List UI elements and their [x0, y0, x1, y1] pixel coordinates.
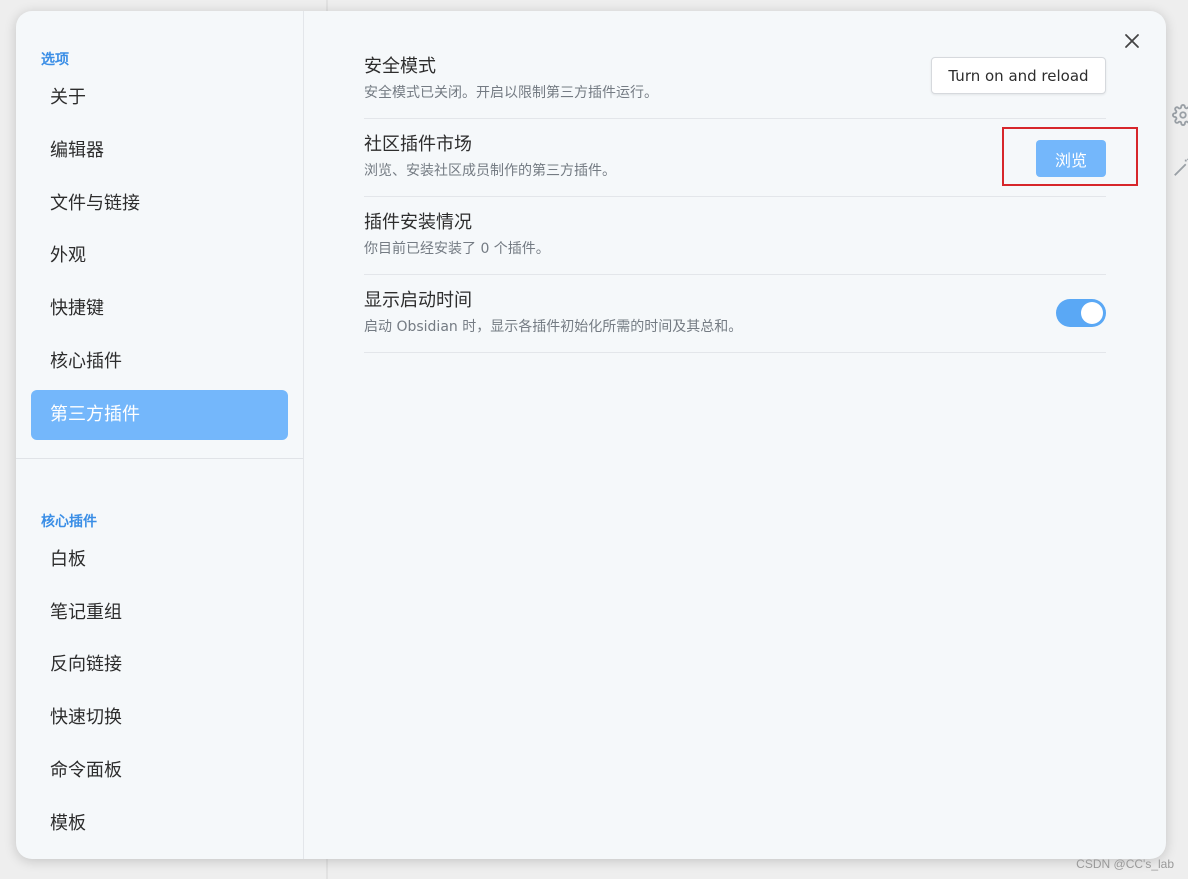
settings-list: 安全模式 安全模式已关闭。开启以限制第三方插件运行。 Turn on and r… [364, 41, 1138, 353]
wand-icon[interactable] [1172, 156, 1188, 178]
core-plugins-nav: 白板 笔记重组 反向链接 快速切换 命令面板 模板 [16, 535, 303, 849]
setting-startup-time: 显示启动时间 启动 Obsidian 时，显示各插件初始化所需的时间及其总和。 [364, 275, 1106, 353]
gear-icon[interactable] [1172, 104, 1188, 126]
setting-safe-mode: 安全模式 安全模式已关闭。开启以限制第三方插件运行。 Turn on and r… [364, 41, 1106, 119]
sidebar-item-files-links[interactable]: 文件与链接 [31, 179, 288, 229]
sidebar-item-community-plugins[interactable]: 第三方插件 [31, 389, 288, 440]
sidebar-item-about[interactable]: 关于 [31, 73, 288, 123]
setting-description: 安全模式已关闭。开启以限制第三方插件运行。 [364, 85, 658, 101]
settings-content: 安全模式 安全模式已关闭。开启以限制第三方插件运行。 Turn on and r… [304, 11, 1166, 859]
sidebar-item-note-composer[interactable]: 笔记重组 [31, 588, 288, 638]
options-nav: 关于 编辑器 文件与链接 外观 快捷键 核心插件 第三方插件 [16, 73, 303, 440]
close-icon[interactable] [1120, 29, 1144, 53]
startup-time-toggle[interactable] [1056, 299, 1106, 327]
setting-name: 安全模式 [364, 56, 436, 77]
setting-name: 插件安装情况 [364, 212, 472, 233]
setting-name: 社区插件市场 [364, 134, 472, 155]
toggle-knob [1081, 302, 1103, 324]
sidebar-item-hotkeys[interactable]: 快捷键 [31, 284, 288, 334]
setting-community-market: 社区插件市场 浏览、安装社区成员制作的第三方插件。 浏览 [364, 119, 1138, 197]
setting-name: 显示启动时间 [364, 290, 472, 311]
sidebar-item-backlinks[interactable]: 反向链接 [31, 640, 288, 690]
sidebar-item-appearance[interactable]: 外观 [31, 231, 288, 281]
watermark: CSDN @CC's_lab [1076, 857, 1174, 871]
sidebar-item-canvas[interactable]: 白板 [31, 535, 288, 585]
settings-modal: 选项 关于 编辑器 文件与链接 外观 快捷键 核心插件 第三方插件 核心插件 白… [16, 11, 1166, 859]
setting-description: 启动 Obsidian 时，显示各插件初始化所需的时间及其总和。 [364, 319, 743, 335]
settings-sidebar: 选项 关于 编辑器 文件与链接 外观 快捷键 核心插件 第三方插件 核心插件 白… [16, 11, 304, 859]
highlight-box: 浏览 [1002, 127, 1138, 186]
sidebar-item-quick-switcher[interactable]: 快速切换 [31, 693, 288, 743]
sidebar-item-core-plugins[interactable]: 核心插件 [31, 337, 288, 387]
setting-installed-plugins: 插件安装情况 你目前已经安装了 0 个插件。 [364, 197, 1106, 275]
browse-button[interactable]: 浏览 [1036, 140, 1106, 177]
sidebar-section-options: 选项 [41, 52, 69, 68]
sidebar-divider [16, 457, 303, 459]
sidebar-item-templates[interactable]: 模板 [31, 799, 288, 849]
sidebar-item-editor[interactable]: 编辑器 [31, 126, 288, 176]
setting-description: 你目前已经安装了 0 个插件。 [364, 241, 550, 257]
sidebar-section-core-plugins: 核心插件 [41, 513, 97, 530]
turn-on-and-reload-button[interactable]: Turn on and reload [931, 57, 1106, 94]
setting-description: 浏览、安装社区成员制作的第三方插件。 [364, 163, 616, 179]
sidebar-item-command-palette[interactable]: 命令面板 [31, 746, 288, 796]
